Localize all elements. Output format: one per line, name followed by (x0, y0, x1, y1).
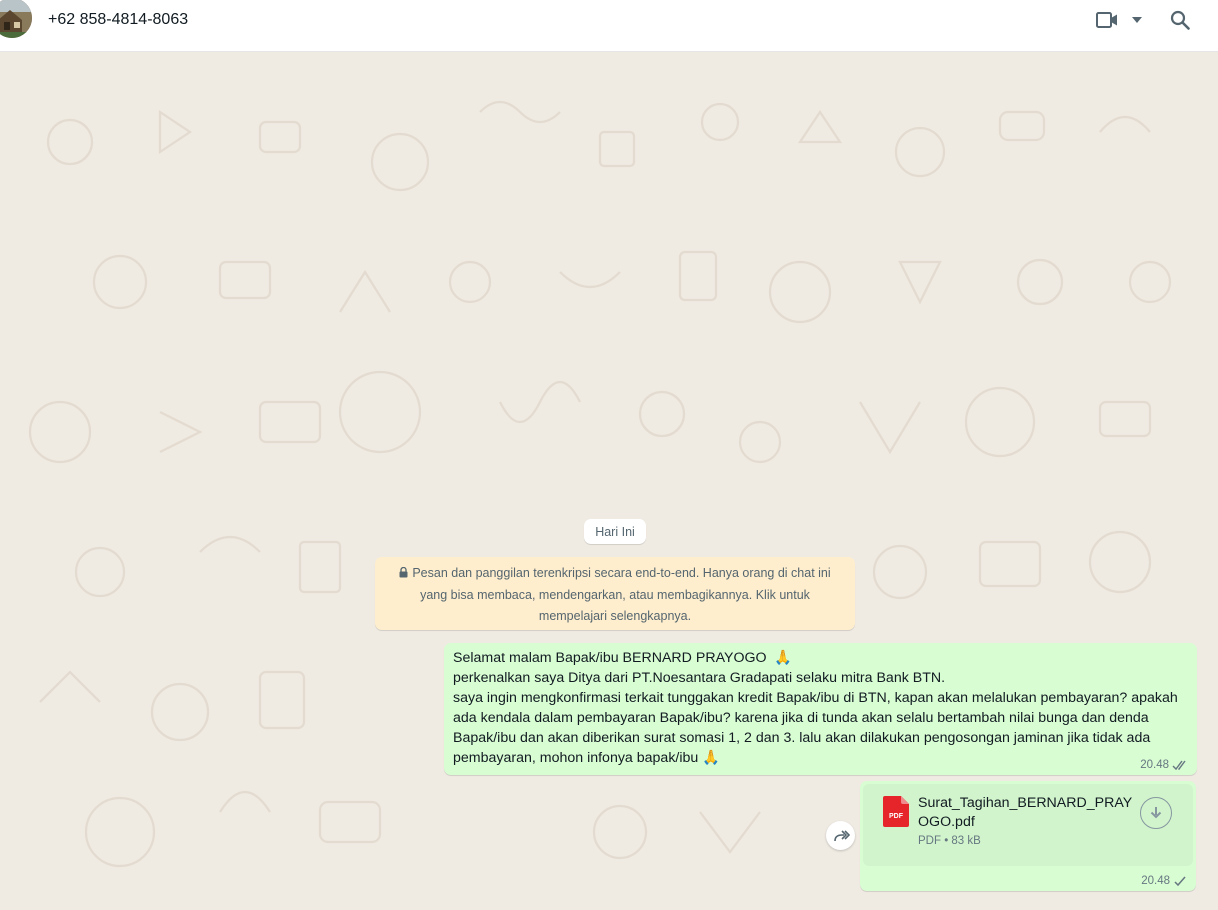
chat-header: +62 858-4814-8063 (0, 0, 1218, 52)
whatsapp-chat-window: +62 858-4814-8063 Hari Ini Pesan dan pan… (0, 0, 1218, 910)
document-card[interactable]: PDF Surat_Tagihan_BERNARD_PRAYOGO.pdf PD… (863, 784, 1193, 866)
message-time: 20.48 (1141, 875, 1170, 887)
document-file-info: PDF • 83 kB (918, 835, 981, 847)
message-text: Selamat malam Bapak/ibu BERNARD PRAYOGO … (453, 650, 1178, 766)
encryption-notice-text: Pesan dan panggilan terenkripsi secara e… (412, 566, 831, 623)
avatar[interactable] (0, 0, 32, 38)
outgoing-message-bubble[interactable]: Selamat malam Bapak/ibu BERNARD PRAYOGO … (444, 643, 1197, 775)
message-meta: 20.48 (1140, 759, 1188, 771)
encryption-notice[interactable]: Pesan dan panggilan terenkripsi secara e… (375, 557, 855, 630)
message-time: 20.48 (1140, 759, 1169, 771)
video-call-icon (1096, 12, 1117, 28)
message-meta: 20.48 (1141, 875, 1187, 887)
double-check-icon (1172, 760, 1186, 770)
pdf-file-icon: PDF (883, 796, 909, 827)
date-separator: Hari Ini (584, 519, 646, 544)
lock-icon (399, 564, 408, 585)
svg-text:PDF: PDF (889, 813, 904, 820)
forward-button[interactable] (826, 821, 855, 850)
search-icon (1170, 10, 1190, 30)
single-check-icon (1174, 876, 1186, 886)
download-button[interactable] (1140, 797, 1172, 829)
document-file-name: Surat_Tagihan_BERNARD_PRAYOGO.pdf (918, 795, 1133, 830)
contact-name[interactable]: +62 858-4814-8063 (48, 10, 188, 30)
video-call-button[interactable] (1094, 6, 1144, 34)
search-button[interactable] (1164, 6, 1196, 34)
forward-icon (833, 829, 850, 841)
download-icon (1150, 807, 1162, 819)
avatar-image (0, 0, 32, 38)
chevron-down-icon (1132, 17, 1142, 23)
outgoing-document-bubble[interactable]: PDF Surat_Tagihan_BERNARD_PRAYOGO.pdf PD… (860, 781, 1196, 891)
